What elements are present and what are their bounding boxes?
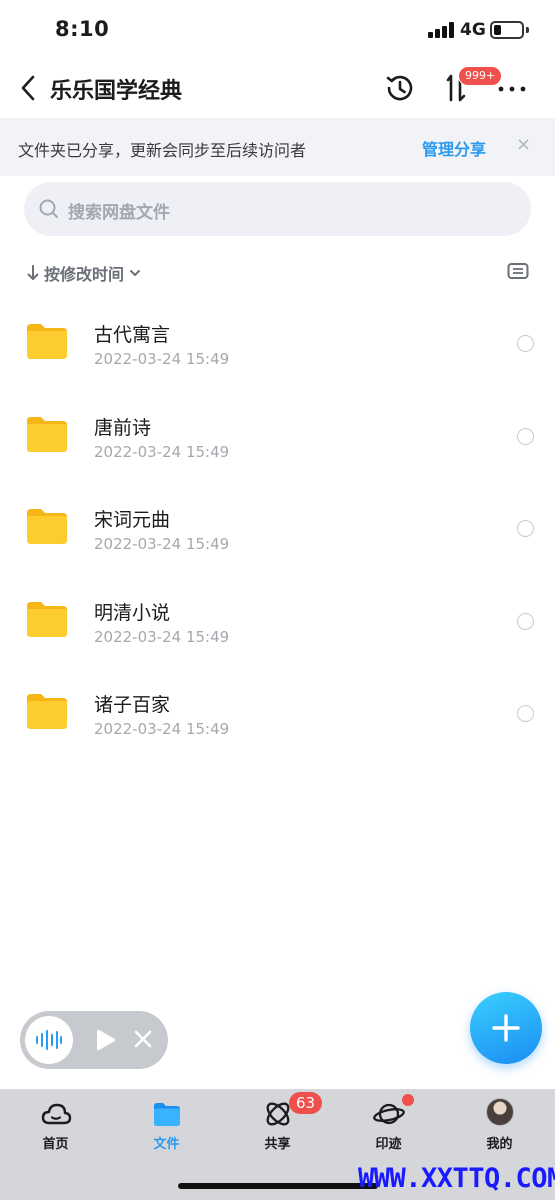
select-checkbox[interactable] <box>517 335 534 352</box>
tab-label: 我的 <box>486 1137 513 1152</box>
folder-icon <box>27 324 67 359</box>
chevron-down-icon <box>130 270 141 276</box>
select-checkbox[interactable] <box>517 427 534 445</box>
chevron-left-icon <box>21 75 35 101</box>
search-placeholder: 搜索网盘文件 <box>68 203 170 223</box>
view-toggle-icon[interactable] <box>507 262 529 280</box>
voice-wave-button[interactable] <box>25 1016 73 1064</box>
folder-icon <box>27 694 67 729</box>
page-title: 乐乐国学经典 <box>50 79 183 104</box>
file-name: 诸子百家 <box>94 694 171 716</box>
share-badge: 63 <box>289 1092 323 1114</box>
tab-files[interactable]: 文件 <box>111 1089 222 1159</box>
network-type: 4G <box>460 20 486 40</box>
back-button[interactable] <box>12 68 44 108</box>
search-input[interactable]: 搜索网盘文件 <box>24 182 531 236</box>
watermark: WWW.XXTTQ.COM <box>358 1163 555 1194</box>
select-checkbox[interactable] <box>517 612 534 630</box>
status-bar: 8:10 4G <box>0 0 555 60</box>
list-item[interactable]: 宋词元曲 2022-03-24 15:49 <box>0 483 555 576</box>
file-list: 古代寓言 2022-03-24 15:49 唐前诗 2022-03-24 15:… <box>0 298 555 761</box>
file-date: 2022-03-24 15:49 <box>94 535 230 553</box>
file-name: 明清小说 <box>94 601 171 624</box>
sort-button[interactable]: 按修改时间 <box>26 261 142 285</box>
avatar[interactable] <box>486 1098 514 1126</box>
list-item[interactable]: 明清小说 2022-03-24 15:49 <box>0 576 555 669</box>
planet-icon <box>373 1103 405 1125</box>
search-icon <box>39 199 58 218</box>
more-icon <box>498 86 526 92</box>
list-item[interactable]: 诸子百家 2022-03-24 15:49 <box>0 668 555 761</box>
signal-icon <box>428 22 454 38</box>
cloud-icon <box>41 1103 72 1125</box>
home-indicator <box>178 1183 378 1189</box>
tab-label: 首页 <box>42 1137 69 1152</box>
arrow-down-icon <box>27 265 39 280</box>
folder-icon <box>154 1103 180 1126</box>
tab-home[interactable]: 首页 <box>0 1089 111 1159</box>
manage-share-link[interactable]: 管理分享 <box>422 136 486 160</box>
select-checkbox[interactable] <box>517 520 534 537</box>
folder-icon <box>27 509 67 544</box>
close-icon[interactable]: × <box>516 134 531 155</box>
history-icon <box>386 75 413 101</box>
file-date: 2022-03-24 15:49 <box>94 627 230 646</box>
voice-player[interactable] <box>20 1011 168 1069</box>
file-date: 2022-03-24 15:49 <box>94 720 230 738</box>
select-checkbox[interactable] <box>517 705 534 722</box>
folder-icon <box>27 601 67 637</box>
notification-dot <box>402 1094 414 1106</box>
tab-label: 印迹 <box>375 1137 402 1152</box>
file-date: 2022-03-24 15:49 <box>94 350 230 368</box>
tab-label: 共享 <box>264 1137 291 1152</box>
sort-label: 按修改时间 <box>44 265 125 284</box>
status-time: 8:10 <box>55 17 110 41</box>
sort-row: 按修改时间 <box>0 258 555 288</box>
add-button[interactable] <box>470 992 542 1064</box>
file-name: 古代寓言 <box>94 324 171 346</box>
list-item[interactable]: 古代寓言 2022-03-24 15:49 <box>0 298 555 391</box>
file-date: 2022-03-24 15:49 <box>94 442 230 461</box>
play-icon[interactable] <box>96 1028 116 1052</box>
waveform-icon <box>36 1030 62 1050</box>
list-item[interactable]: 唐前诗 2022-03-24 15:49 <box>0 391 555 484</box>
plus-icon <box>492 1014 520 1042</box>
more-button[interactable] <box>494 70 530 106</box>
battery-cap <box>526 27 529 33</box>
close-icon[interactable] <box>132 1028 154 1050</box>
tab-traces[interactable]: 印迹 <box>333 1089 444 1159</box>
nav-bar: 乐乐国学经典 999+ <box>0 60 555 116</box>
file-name: 宋词元曲 <box>94 509 171 531</box>
folder-icon <box>27 416 67 452</box>
tab-label: 文件 <box>153 1137 180 1152</box>
history-button[interactable] <box>382 70 418 106</box>
share-banner: 文件夹已分享，更新会同步至后续访问者 管理分享 × <box>0 118 555 176</box>
battery-icon <box>490 21 524 39</box>
file-name: 唐前诗 <box>94 416 152 439</box>
share-banner-text: 文件夹已分享，更新会同步至后续访问者 <box>18 141 307 160</box>
